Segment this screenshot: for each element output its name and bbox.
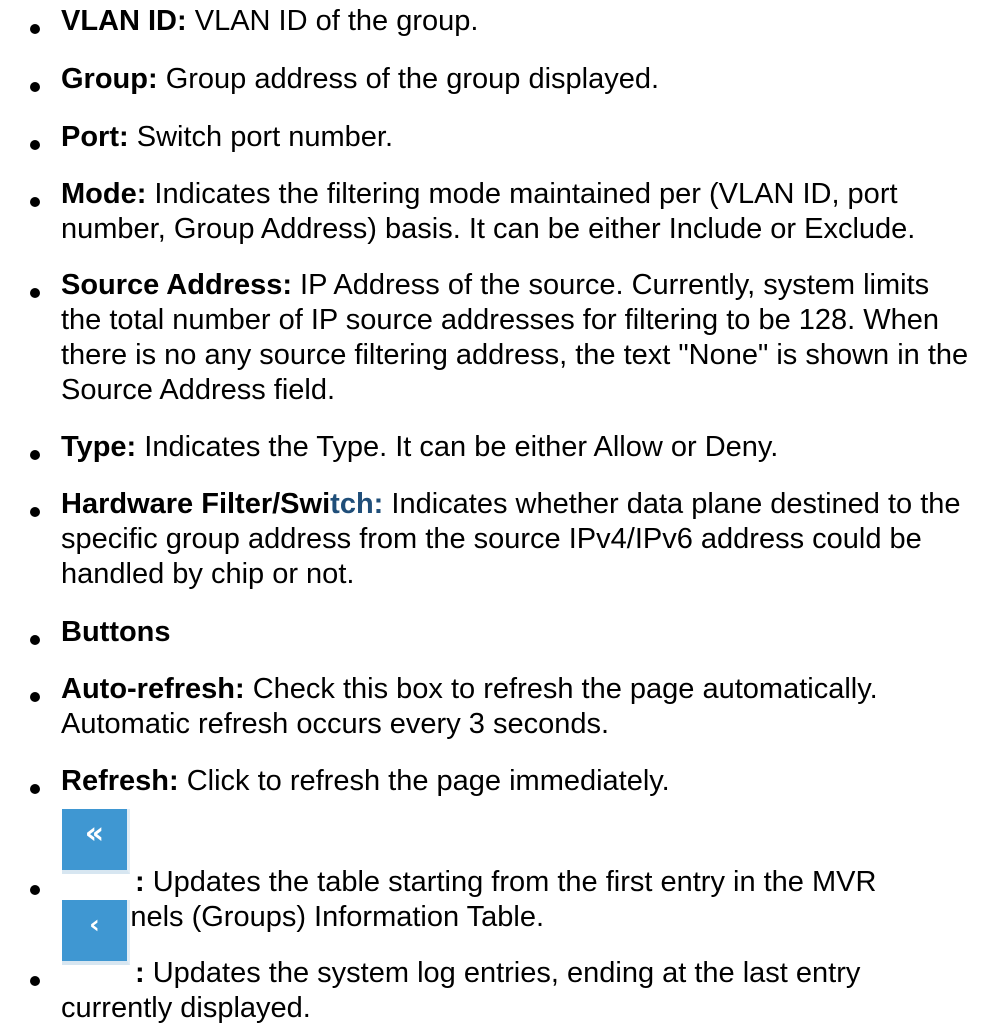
bullet	[30, 692, 40, 702]
term-label: VLAN ID:	[61, 5, 187, 37]
bullet	[30, 140, 40, 150]
term-label: Type:	[61, 431, 137, 463]
bullet	[30, 507, 40, 517]
term-label: Refresh:	[61, 765, 179, 797]
list-item-text: Buttons	[61, 615, 976, 650]
bullet	[30, 24, 40, 34]
list-item-text: Group: Group address of the group displa…	[61, 62, 976, 97]
term-label: Mode:	[61, 178, 147, 210]
list-item-text: VLAN ID: VLAN ID of the group.	[61, 4, 976, 39]
term-label: Hardware Filter/Swi	[61, 488, 331, 520]
bullet	[30, 288, 40, 298]
bullet	[30, 82, 40, 92]
list-item-text: Refresh: Click to refresh the page immed…	[61, 764, 976, 799]
list-item-text: : Updates the table starting from the fi…	[61, 865, 976, 935]
bullet	[30, 450, 40, 460]
term-label: Group:	[61, 63, 158, 95]
bullet	[30, 784, 40, 794]
list-item-text: Port: Switch port number.	[61, 120, 976, 155]
term-description: VLAN ID of the group.	[186, 5, 479, 37]
list-item-text: Mode: Indicates the filtering mode maint…	[61, 177, 976, 247]
term-label-tail: tch:	[330, 488, 384, 520]
term-label: :	[135, 866, 145, 898]
term-label: :	[135, 957, 145, 989]
term-label: Source Address:	[61, 269, 292, 301]
list-item-text: Source Address: IP Address of the source…	[61, 268, 976, 408]
term-description: Indicates the filtering mode maintained …	[61, 178, 916, 245]
term-label: Port:	[61, 121, 129, 153]
list-item-text: Hardware Filter/Switch: Indicates whethe…	[61, 487, 976, 592]
list-item-text: : Updates the system log entries, ending…	[61, 956, 976, 1026]
list-item-text: Type: Indicates the Type. It can be eith…	[61, 430, 976, 465]
bullet	[30, 197, 40, 207]
term-description: Updates the system log entries, ending a…	[61, 957, 861, 1024]
term-description: Group address of the group displayed.	[157, 63, 660, 95]
term-description: Click to refresh the page immediately.	[178, 765, 670, 797]
term-description: Switch port number.	[128, 121, 394, 153]
section-heading: Buttons	[61, 616, 171, 648]
term-label: Auto-refresh:	[61, 673, 245, 705]
chevron-left-glyph: ‹	[89, 910, 100, 940]
bullet	[30, 885, 40, 895]
bullet	[30, 976, 40, 986]
term-description: Updates the table starting from the firs…	[61, 866, 877, 933]
bullet	[30, 635, 40, 645]
term-description: Indicates the Type. It can be either All…	[136, 431, 779, 463]
double-chevron-left-glyph: «	[84, 816, 105, 851]
list-item-text: Auto-refresh: Check this box to refresh …	[61, 672, 976, 742]
